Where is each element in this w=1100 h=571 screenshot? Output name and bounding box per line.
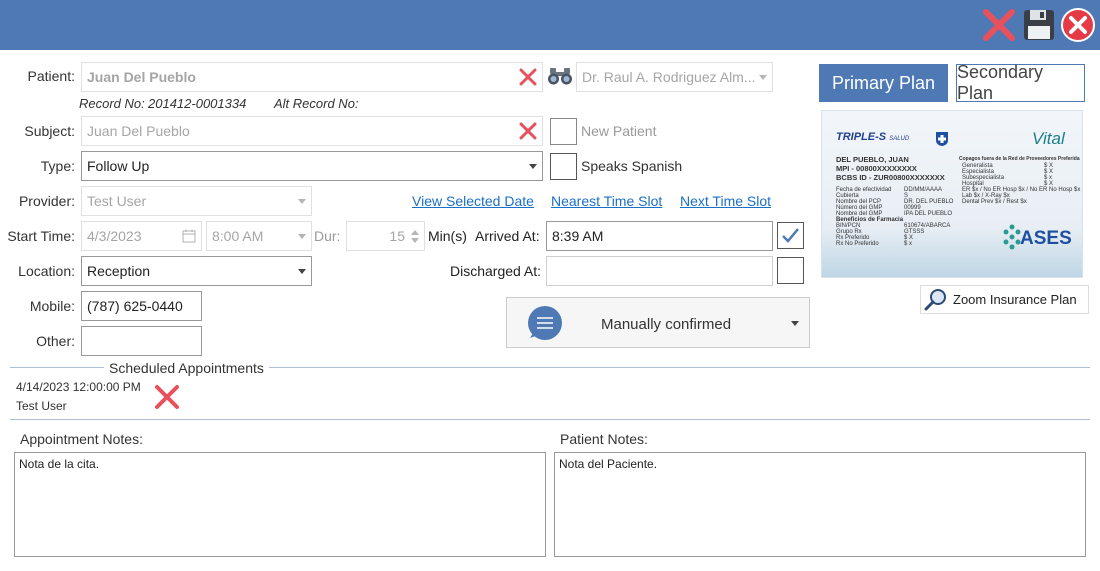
nearest-time-slot-link[interactable]: Nearest Time Slot [551,193,662,209]
chevron-down-icon [298,198,306,204]
location-label: Location: [18,263,75,279]
duration-stepper[interactable]: 15 [346,221,425,251]
arrived-at-value: 8:39 AM [552,228,604,244]
record-no-value: 201412-0001334 [148,96,247,111]
duration-value: 15 [389,228,405,244]
location-value: Reception [87,263,151,279]
patient-notes-label: Patient Notes: [560,431,648,447]
provider-select[interactable]: Test User [81,186,312,216]
doctor-value: Dr. Raul A. Rodriguez Alm... [582,69,755,85]
appointment-datetime: 4/14/2023 12:00:00 PM [16,380,141,394]
start-time-label: Start Time: [7,228,75,244]
confirmation-select[interactable]: Manually confirmed [506,297,810,348]
chat-bubble-icon [528,306,562,340]
next-time-slot-link[interactable]: Next Time Slot [680,193,771,209]
arrived-at-label: Arrived At: [475,228,540,244]
subject-field[interactable]: Juan Del Pueblo [81,116,543,146]
minutes-label: Min(s) [428,228,467,244]
delete-appointment-icon[interactable] [154,384,180,410]
card-left-row-value: $ x [904,241,913,247]
view-selected-date-link[interactable]: View Selected Date [412,193,534,209]
chevron-down-icon [791,321,799,326]
type-value: Follow Up [87,158,150,174]
zoom-insurance-plan-label: Zoom Insurance Plan [953,292,1077,307]
card-right-row-label: Dental Prev $x / Rest $x [962,199,1027,205]
card-ases-logo: ASES [1020,228,1072,249]
location-select[interactable]: Reception [81,256,312,286]
chevron-down-icon [759,74,767,80]
clear-patient-icon[interactable] [519,68,537,86]
start-time-select[interactable]: 8:00 AM [206,221,312,251]
patient-field[interactable]: Juan Del Pueblo [81,62,543,92]
chevron-down-icon [529,163,537,169]
confirmation-status: Manually confirmed [601,316,732,333]
other-label: Other: [36,333,75,349]
scheduled-appointments-title: Scheduled Appointments [104,360,269,376]
close-circle-icon[interactable] [1059,6,1097,44]
chevron-up-icon[interactable] [411,229,419,235]
card-brand-logo: TRIPLE-S SALUD [836,131,910,143]
card-left-row-value: IPA DEL PUEBLO [904,211,953,217]
magnifier-icon [924,288,946,310]
chevron-down-icon[interactable] [411,237,419,243]
zoom-insurance-plan-button[interactable]: Zoom Insurance Plan [920,285,1089,314]
calendar-icon[interactable] [182,229,196,243]
discharged-checkbox[interactable] [777,257,804,284]
duration-label: Dur: [314,228,341,244]
mobile-field[interactable]: (787) 625-0440 [81,291,202,321]
card-vital-logo: Vital [1032,129,1065,148]
speaks-spanish-label: Speaks Spanish [581,158,683,174]
record-no-label: Record No: [79,96,145,111]
ases-dots-icon [1003,224,1021,250]
insurance-card-image: TRIPLE-S SALUD Vital DEL PUEBLO, JUAN MP… [821,110,1083,278]
binoculars-icon[interactable] [547,66,573,89]
primary-plan-tab[interactable]: Primary Plan [819,64,948,102]
type-label: Type: [40,158,75,174]
clear-subject-icon[interactable] [519,122,537,140]
patient-label: Patient: [27,68,75,84]
doctor-select[interactable]: Dr. Raul A. Rodriguez Alm... [576,62,773,92]
card-left-row-value: DD/MM/AAAA [904,187,943,193]
start-date-field[interactable]: 4/3/2023 [81,221,202,251]
card-left-row-label: Rx No Preferido [836,241,879,247]
chevron-down-icon [298,268,306,274]
notes-divider [10,419,1090,420]
provider-label: Provider: [18,193,75,209]
title-bar [0,0,1100,50]
cancel-x-icon[interactable] [980,6,1018,44]
save-disk-icon[interactable] [1020,6,1058,44]
type-select[interactable]: Follow Up [81,151,543,181]
appointment-notes-textarea[interactable]: Nota de la cita. [14,452,546,557]
provider-value: Test User [87,193,147,209]
mobile-label: Mobile: [29,298,75,314]
new-patient-label: New Patient [581,123,657,139]
start-date-value: 4/3/2023 [87,228,142,244]
appointment-provider: Test User [16,399,67,413]
new-patient-checkbox[interactable] [550,118,577,145]
other-field[interactable] [81,326,202,356]
secondary-plan-tab[interactable]: Secondary Plan [956,62,1085,103]
discharged-at-field[interactable] [546,256,773,286]
start-time-value: 8:00 AM [212,228,264,244]
patient-name: Juan Del Pueblo [87,69,196,85]
arrived-checkbox[interactable] [777,222,804,249]
appointment-notes-label: Appointment Notes: [20,431,143,447]
checkmark-icon [782,228,799,243]
scheduled-appointment-item[interactable]: 4/14/2023 12:00:00 PM Test User [16,380,141,413]
mobile-value: (787) 625-0440 [87,298,183,314]
alt-record-no-label: Alt Record No: [274,96,359,111]
speaks-spanish-checkbox[interactable] [550,153,577,180]
blue-cross-shield-icon [936,132,948,146]
arrived-at-field[interactable]: 8:39 AM [546,221,773,251]
subject-label: Subject: [24,123,75,139]
discharged-at-label: Discharged At: [450,263,542,279]
subject-value: Juan Del Pueblo [87,123,190,139]
patient-notes-textarea[interactable]: Nota del Paciente. [554,452,1086,557]
chevron-down-icon [298,233,306,239]
